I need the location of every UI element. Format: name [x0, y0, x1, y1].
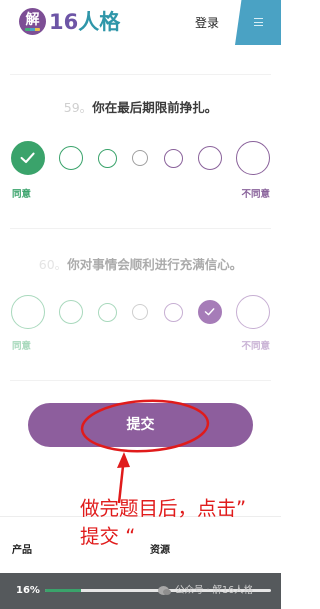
answer-option-5[interactable]	[163, 148, 183, 168]
annotation-arrow	[117, 452, 130, 504]
divider	[10, 228, 271, 229]
answer-option-4[interactable]	[132, 304, 148, 320]
check-icon	[205, 308, 215, 316]
wechat-icon-bubble	[163, 589, 171, 595]
hamburger-line	[254, 25, 263, 27]
progress-fill	[45, 589, 82, 592]
logo-stripe	[25, 28, 40, 31]
annotation-text-line2: 提交 “	[80, 525, 136, 548]
submit-button[interactable]: 提交	[28, 403, 253, 447]
answer-option-5[interactable]	[163, 302, 183, 322]
disagree-label: 不同意	[241, 341, 270, 352]
question-text: 你在最后期限前挣扎。	[92, 100, 218, 115]
answer-option-2[interactable]	[59, 146, 83, 170]
answer-option-3[interactable]	[97, 148, 117, 168]
hamburger-line	[254, 18, 263, 20]
progress-percent: 16%	[16, 585, 40, 596]
answer-option-6[interactable]	[198, 300, 222, 324]
footer-products[interactable]: 产品	[12, 544, 32, 557]
answer-option-3[interactable]	[97, 302, 117, 322]
agree-label: 同意	[12, 341, 32, 352]
check-icon	[20, 152, 36, 164]
question-number: 59。	[63, 100, 93, 115]
logo-mark-char: 解	[25, 12, 40, 28]
question-number: 60。	[38, 257, 68, 272]
header: 解 16人格 登录	[0, 0, 281, 46]
answer-option-2[interactable]	[59, 300, 83, 324]
divider	[10, 74, 271, 75]
logo-name[interactable]: 16人格	[49, 8, 120, 36]
answer-option-7[interactable]	[236, 295, 270, 329]
logo-name-number: 16	[49, 10, 79, 34]
question-title: 59。你在最后期限前挣扎。	[0, 100, 281, 116]
footer-resources[interactable]: 资源	[150, 544, 170, 557]
menu-button[interactable]	[235, 0, 281, 45]
disagree-label: 不同意	[241, 189, 270, 200]
answer-option-4[interactable]	[132, 150, 148, 166]
answer-option-1[interactable]	[11, 295, 45, 329]
answer-option-1[interactable]	[11, 141, 45, 175]
divider	[10, 380, 271, 381]
progress-bar: 16% 公众号 · 解16人格	[0, 573, 281, 609]
answer-option-6[interactable]	[198, 146, 222, 170]
login-link[interactable]: 登录	[195, 15, 219, 31]
logo-name-word: 人格	[78, 10, 121, 34]
answer-option-7[interactable]	[236, 141, 270, 175]
agree-label: 同意	[12, 189, 32, 200]
hamburger-line	[254, 21, 263, 23]
watermark-text: 公众号 · 解16人格	[175, 585, 254, 596]
question-title: 60。你对事情会顺利进行充满信心。	[0, 257, 281, 273]
annotation-text-line1: 做完题目后，点击”	[80, 497, 247, 520]
question-text: 你对事情会顺利进行充满信心。	[67, 257, 243, 272]
hamburger-icon	[235, 0, 281, 45]
